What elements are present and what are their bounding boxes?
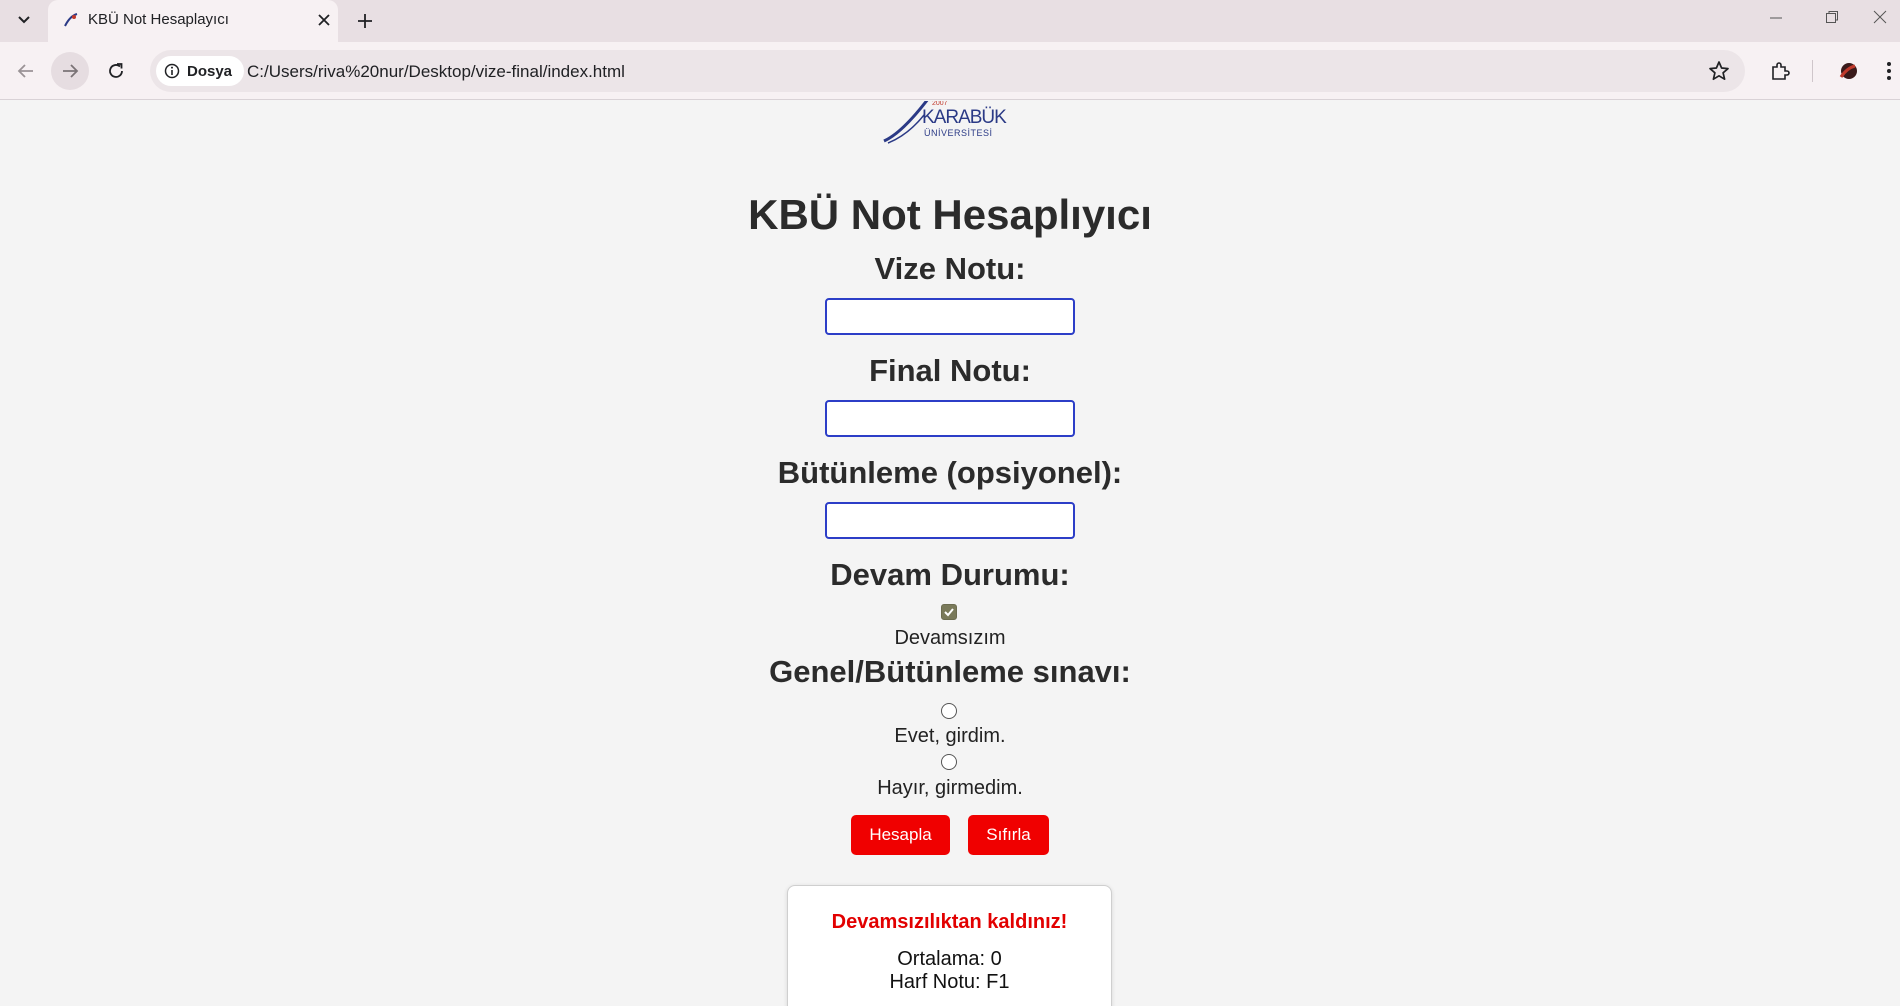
radio-evet-label: Evet, girdim. xyxy=(894,725,1006,747)
tab-strip: KBÜ Not Hesaplayıcı xyxy=(0,0,1900,42)
page-title: KBÜ Not Hesaplıyıcı xyxy=(748,191,1152,238)
profile-icon xyxy=(1839,63,1857,79)
plus-icon xyxy=(358,14,372,28)
reload-button[interactable] xyxy=(97,52,135,90)
karabuk-favicon-icon xyxy=(64,13,78,27)
radio-hayir[interactable] xyxy=(941,754,957,770)
result-message: Devamsızılıktan kaldınız! xyxy=(831,911,1068,933)
devamsiz-checkbox[interactable] xyxy=(941,604,957,620)
final-input[interactable] xyxy=(825,400,1075,437)
puzzle-icon xyxy=(1772,62,1790,80)
more-vertical-icon xyxy=(1887,62,1891,80)
result-ortalama: Ortalama: 0 xyxy=(897,948,1002,970)
page-content: 2007 KARABÜK ÜNİVERSİTESİ KBÜ Not Hesapl… xyxy=(0,101,1900,1006)
arrow-right-icon xyxy=(63,64,79,78)
reload-icon xyxy=(109,63,123,78)
info-icon xyxy=(164,63,180,79)
restore-icon xyxy=(1826,11,1838,23)
tab-title: KBÜ Not Hesaplayıcı xyxy=(88,11,229,28)
site-chip-label: Dosya xyxy=(187,62,233,80)
butunleme-label: Bütünleme (opsiyonel): xyxy=(777,455,1123,490)
result-harf-notu: Harf Notu: F1 xyxy=(889,971,1010,993)
close-icon xyxy=(1873,10,1887,24)
devam-heading: Devam Durumu: xyxy=(830,557,1070,592)
profile-avatar[interactable] xyxy=(1833,56,1863,86)
butunleme-input[interactable] xyxy=(825,502,1075,539)
close-window-button[interactable] xyxy=(1860,0,1900,34)
toolbar-divider xyxy=(1812,60,1813,82)
radio-hayir-label: Hayır, girmedim. xyxy=(877,777,1023,799)
bookmark-star-icon[interactable] xyxy=(1707,59,1731,83)
devamsiz-label: Devamsızım xyxy=(894,627,1006,649)
sifirla-button[interactable]: Sıfırla xyxy=(968,815,1049,855)
url-text: C:/Users/riva%20nur/Desktop/vize-final/i… xyxy=(247,62,625,81)
vize-label: Vize Notu: xyxy=(874,251,1026,286)
address-bar[interactable]: Dosya C:/Users/riva%20nur/Desktop/vize-f… xyxy=(150,50,1745,92)
checkmark-icon xyxy=(944,608,954,617)
hesapla-button[interactable]: Hesapla xyxy=(851,815,950,855)
result-card: Devamsızılıktan kaldınız! Ortalama: 0 Ha… xyxy=(787,885,1112,1006)
vize-input[interactable] xyxy=(825,298,1075,335)
tab-search-button[interactable] xyxy=(6,4,42,36)
forward-button[interactable] xyxy=(51,52,89,90)
minimize-window-button[interactable] xyxy=(1748,0,1804,34)
browser-tab[interactable]: KBÜ Not Hesaplayıcı xyxy=(48,0,338,42)
arrow-left-icon xyxy=(17,64,33,78)
tab-close-button[interactable] xyxy=(310,6,338,34)
extensions-button[interactable] xyxy=(1767,58,1793,84)
final-label: Final Notu: xyxy=(869,353,1031,388)
sinav-heading: Genel/Bütünleme sınavı: xyxy=(769,654,1131,689)
browser-toolbar: Dosya C:/Users/riva%20nur/Desktop/vize-f… xyxy=(0,42,1900,100)
back-button[interactable] xyxy=(7,52,45,90)
new-tab-button[interactable] xyxy=(348,4,382,38)
university-logo: 2007 KARABÜK ÜNİVERSİTESİ xyxy=(880,101,1007,145)
site-info-chip[interactable]: Dosya xyxy=(156,56,245,86)
browser-menu-button[interactable] xyxy=(1880,58,1898,84)
radio-evet[interactable] xyxy=(941,703,957,719)
logo-wordmark: KARABÜK xyxy=(922,107,1007,128)
close-icon xyxy=(318,14,330,26)
restore-window-button[interactable] xyxy=(1804,0,1860,34)
chevron-down-icon xyxy=(18,16,30,24)
minimize-icon xyxy=(1770,17,1782,19)
logo-subtitle: ÜNİVERSİTESİ xyxy=(924,128,993,138)
